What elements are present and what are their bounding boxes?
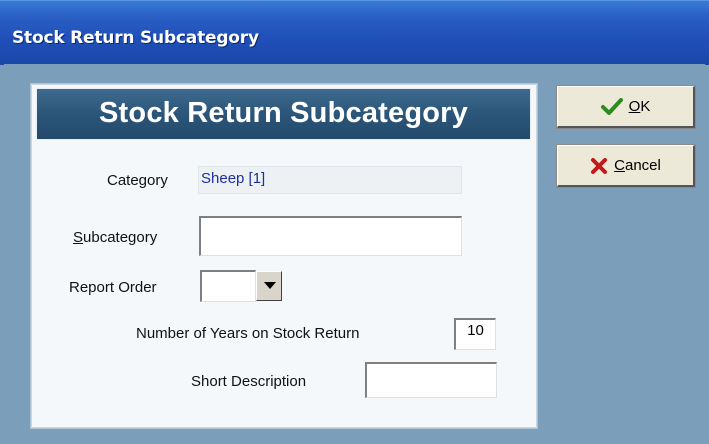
years-label: Number of Years on Stock Return (136, 325, 360, 342)
report-order-label: Report Order (69, 279, 157, 296)
subcategory-input[interactable] (199, 216, 462, 256)
cancel-mnemonic: C (614, 157, 625, 174)
x-icon (591, 157, 608, 174)
ok-label-rest: K (640, 98, 651, 115)
chevron-down-icon (264, 282, 276, 289)
cancel-label-rest: ancel (624, 157, 661, 174)
report-order-dropdown-button[interactable] (256, 271, 282, 301)
report-order-select[interactable] (200, 270, 256, 302)
subcategory-label-mnemonic: S (73, 229, 84, 246)
years-input[interactable]: 10 (454, 318, 496, 350)
window-title: Stock Return Subcategory (12, 28, 259, 48)
panel-heading: Stock Return Subcategory (99, 97, 468, 129)
panel-header: Stock Return Subcategory (36, 88, 531, 140)
ok-mnemonic: O (628, 98, 641, 115)
ok-button-label: OK (629, 98, 651, 115)
subcategory-label-text: ubcategory (83, 229, 158, 246)
category-value: Sheep [1] (198, 166, 462, 194)
cancel-button[interactable]: Cancel (556, 144, 696, 188)
cancel-button-label: Cancel (614, 157, 661, 174)
subcategory-label: Subcategory (73, 229, 157, 246)
category-label: Category (107, 172, 168, 189)
ok-button[interactable]: OK (556, 85, 696, 129)
title-bar[interactable]: Stock Return Subcategory (0, 0, 709, 65)
short-description-input[interactable] (365, 362, 497, 398)
short-description-label: Short Description (191, 373, 307, 390)
check-icon (600, 97, 623, 115)
